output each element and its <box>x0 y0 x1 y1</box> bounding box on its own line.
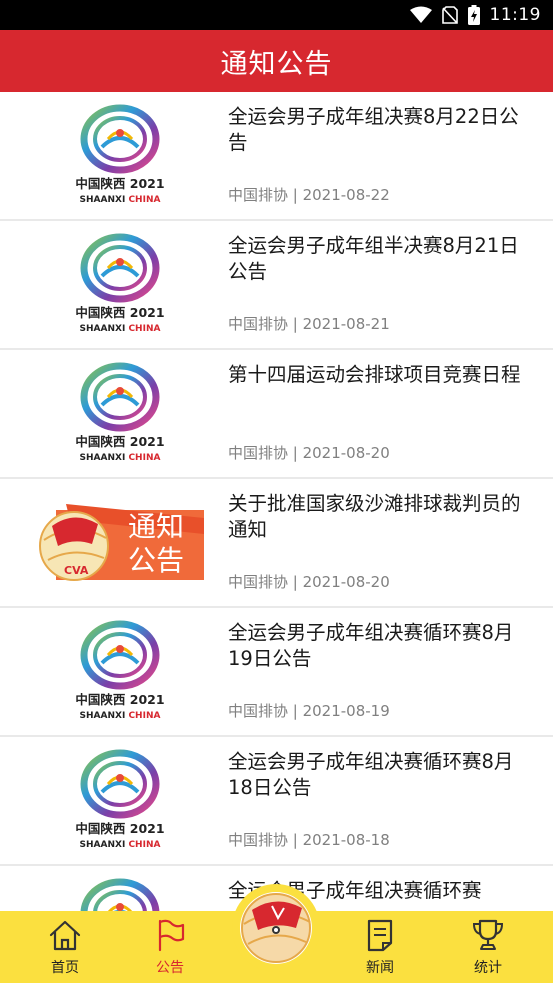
logo-caption-line2: SHAANXI CHINA <box>80 453 161 463</box>
tab-home[interactable]: 首页 <box>20 911 110 983</box>
banner-text-line1: 通知 <box>128 510 184 543</box>
list-item-meta: 中国排协 | 2021-08-20 <box>228 573 390 591</box>
tab-notices[interactable]: 公告 <box>125 911 215 983</box>
no-sim-icon <box>441 6 458 24</box>
list-item-title: 第十四届运动会排球项目竞赛日程 <box>228 363 521 386</box>
list-item-meta: 中国排协 | 2021-08-21 <box>228 315 390 333</box>
flag-icon <box>158 919 185 952</box>
list-item[interactable]: 中国陕西 2021 SHAANXI CHINA 全运会男子成年组决赛8月22日公… <box>0 92 553 221</box>
tab-news-label: 新闻 <box>366 960 394 976</box>
list-item-meta: 中国排协 | 2021-08-22 <box>228 186 390 204</box>
games-logo-thumbnail: 中国陕西 2021 SHAANXI CHINA <box>36 361 204 467</box>
list-item-meta: 中国排协 | 2021-08-20 <box>228 444 390 462</box>
status-icons: 11:19 <box>409 0 542 30</box>
list-item-title: 关于批准国家级沙滩排球裁判员的通知 <box>228 492 521 541</box>
title-bar: 通知公告 <box>0 30 553 92</box>
games-logo-thumbnail: 中国陕西 2021 SHAANXI CHINA <box>36 619 204 725</box>
logo-caption-line2: SHAANXI CHINA <box>80 195 161 205</box>
status-bar: 11:19 <box>0 0 553 30</box>
games-logo-thumbnail: 中国陕西 2021 SHAANXI CHINA <box>36 232 204 338</box>
list-item-title: 全运会男子成年组决赛循环赛8月19日公告 <box>228 621 514 670</box>
status-time: 11:19 <box>489 5 541 25</box>
tab-notices-label: 公告 <box>156 960 184 976</box>
list-item-title: 全运会男子成年组决赛循环赛8月18日公告 <box>228 750 514 799</box>
logo-caption-line1: 中国陕西 2021 <box>75 305 164 320</box>
list-item-meta: 中国排协 | 2021-08-19 <box>228 702 390 720</box>
trophy-icon <box>472 919 504 950</box>
games-logo-image: 中国陕西 2021 SHAANXI CHINA <box>75 104 165 205</box>
logo-caption-line2: SHAANXI CHINA <box>80 711 161 721</box>
page-title: 通知公告 <box>220 48 333 80</box>
logo-caption-line1: 中国陕西 2021 <box>75 692 164 707</box>
wifi-icon <box>409 6 432 23</box>
volleyball-logo-icon <box>240 892 312 964</box>
logo-caption-line2: SHAANXI CHINA <box>80 840 161 850</box>
games-logo-image: 中国陕西 2021 SHAANXI CHINA <box>75 749 165 850</box>
banner-badge-text: CVA <box>64 564 89 577</box>
tab-stats-label: 统计 <box>474 960 502 976</box>
notice-list[interactable]: 中国陕西 2021 SHAANXI CHINA 全运会男子成年组决赛8月22日公… <box>0 92 553 983</box>
list-item-title: 全运会男子成年组半决赛8月21日公告 <box>228 234 519 283</box>
battery-charging-icon <box>467 5 480 25</box>
games-logo-thumbnail: 中国陕西 2021 SHAANXI CHINA <box>36 103 204 209</box>
list-item[interactable]: 中国陕西 2021 SHAANXI CHINA 全运会男子成年组决赛循环赛8月1… <box>0 608 553 737</box>
tab-home-label: 首页 <box>51 960 79 976</box>
home-icon <box>49 920 81 951</box>
tab-stats[interactable]: 统计 <box>443 911 533 983</box>
notice-banner-thumbnail: CVA 通知 公告 <box>36 490 204 596</box>
logo-caption-line1: 中国陕西 2021 <box>75 434 164 449</box>
tab-news[interactable]: 新闻 <box>335 911 425 983</box>
banner-text-line2: 公告 <box>128 544 184 577</box>
list-item[interactable]: 中国陕西 2021 SHAANXI CHINA 第十四届运动会排球项目竞赛日程中… <box>0 350 553 479</box>
list-item[interactable]: 中国陕西 2021 SHAANXI CHINA 全运会男子成年组半决赛8月21日… <box>0 221 553 350</box>
games-logo-image: 中国陕西 2021 SHAANXI CHINA <box>75 233 165 334</box>
logo-caption-line1: 中国陕西 2021 <box>75 176 164 191</box>
list-item[interactable]: CVA 通知 公告 关于批准国家级沙滩排球裁判员的通知中国排协 | 2021-0… <box>0 479 553 608</box>
center-home-button[interactable] <box>232 884 320 972</box>
list-item-title: 全运会男子成年组决赛8月22日公告 <box>228 105 519 154</box>
logo-caption-line2: SHAANXI CHINA <box>80 324 161 334</box>
notice-banner-image: CVA 通知 公告 <box>36 490 204 596</box>
list-item-meta: 中国排协 | 2021-08-18 <box>228 831 390 849</box>
document-icon <box>367 919 393 952</box>
logo-caption-line1: 中国陕西 2021 <box>75 821 164 836</box>
list-item[interactable]: 中国陕西 2021 SHAANXI CHINA 全运会男子成年组决赛循环赛8月1… <box>0 737 553 866</box>
games-logo-image: 中国陕西 2021 SHAANXI CHINA <box>75 362 165 463</box>
games-logo-thumbnail: 中国陕西 2021 SHAANXI CHINA <box>36 748 204 854</box>
games-logo-image: 中国陕西 2021 SHAANXI CHINA <box>75 620 165 721</box>
